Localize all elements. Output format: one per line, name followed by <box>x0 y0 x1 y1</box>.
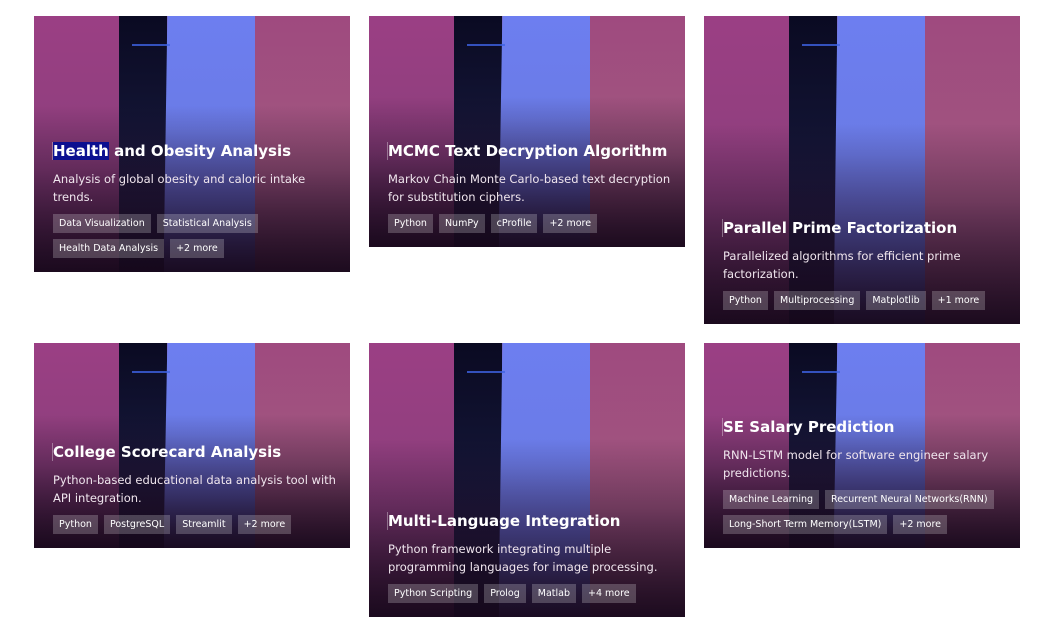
tag-more: +1 more <box>931 291 986 310</box>
tag-more: +2 more <box>170 239 224 258</box>
card-title: Health and Obesity Analysis <box>52 142 336 160</box>
tag-list: Python PostgreSQL Streamlit +2 more <box>53 515 336 534</box>
tag-more: +4 more <box>582 584 636 603</box>
card-description: Python-based educational data analysis t… <box>53 473 336 505</box>
tag-list: Machine Learning Recurrent Neural Networ… <box>723 490 1006 534</box>
project-card-prime-factorization[interactable]: Parallel Prime Factorization Parallelize… <box>704 16 1020 324</box>
card-description: Parallelized algorithms for efficient pr… <box>723 249 961 281</box>
card-title: Multi-Language Integration <box>387 512 671 530</box>
card-description: Markov Chain Monte Carlo-based text decr… <box>388 172 671 204</box>
tag: Python <box>723 291 768 310</box>
tag: Data Visualization <box>53 214 151 233</box>
tag-more: +2 more <box>893 515 947 534</box>
tag: Python Scripting <box>388 584 479 603</box>
tag-more: +2 more <box>237 515 292 534</box>
tag: Machine Learning <box>723 490 820 509</box>
card-title: Parallel Prime Factorization <box>722 219 1006 237</box>
tag: Statistical Analysis <box>156 214 258 233</box>
tag: NumPy <box>438 214 485 233</box>
tag: Python <box>388 214 433 233</box>
tag: Python <box>53 515 98 534</box>
card-title: MCMC Text Decryption Algorithm <box>387 142 671 160</box>
card-description: Analysis of global obesity and caloric i… <box>53 172 306 204</box>
tag: cProfile <box>490 214 538 233</box>
project-card-mcmc[interactable]: MCMC Text Decryption Algorithm Markov Ch… <box>369 16 685 247</box>
tag: Prolog <box>484 584 526 603</box>
card-description: Python framework integrating multiple pr… <box>388 542 658 574</box>
tag-more: +2 more <box>543 214 598 233</box>
card-title: SE Salary Prediction <box>722 418 1006 436</box>
project-card-health-obesity[interactable]: Health and Obesity Analysis Analysis of … <box>34 16 350 272</box>
project-card-se-salary[interactable]: SE Salary Prediction RNN-LSTM model for … <box>704 343 1020 548</box>
project-card-college-scorecard[interactable]: College Scorecard Analysis Python-based … <box>34 343 350 548</box>
title-highlight: Health <box>53 142 109 160</box>
card-description: RNN-LSTM model for software engineer sal… <box>723 448 989 480</box>
tag: Long-Short Term Memory(LSTM) <box>723 515 888 534</box>
tag: Multiprocessing <box>773 291 861 310</box>
tag: PostgreSQL <box>103 515 171 534</box>
card-title: College Scorecard Analysis <box>52 443 336 461</box>
tag-list: Python NumPy cProfile +2 more <box>388 214 671 233</box>
tag: Streamlit <box>176 515 232 534</box>
tag: Health Data Analysis <box>53 239 165 258</box>
tag-list: Python Multiprocessing Matplotlib +1 mor… <box>723 291 1006 310</box>
tag-list: Data Visualization Statistical Analysis … <box>53 214 336 258</box>
tag: Recurrent Neural Networks(RNN) <box>825 490 994 509</box>
tag-list: Python Scripting Prolog Matlab +4 more <box>388 584 671 603</box>
tag: Matplotlib <box>866 291 926 310</box>
tag: Matlab <box>531 584 576 603</box>
project-card-multi-language[interactable]: Multi-Language Integration Python framew… <box>369 343 685 617</box>
